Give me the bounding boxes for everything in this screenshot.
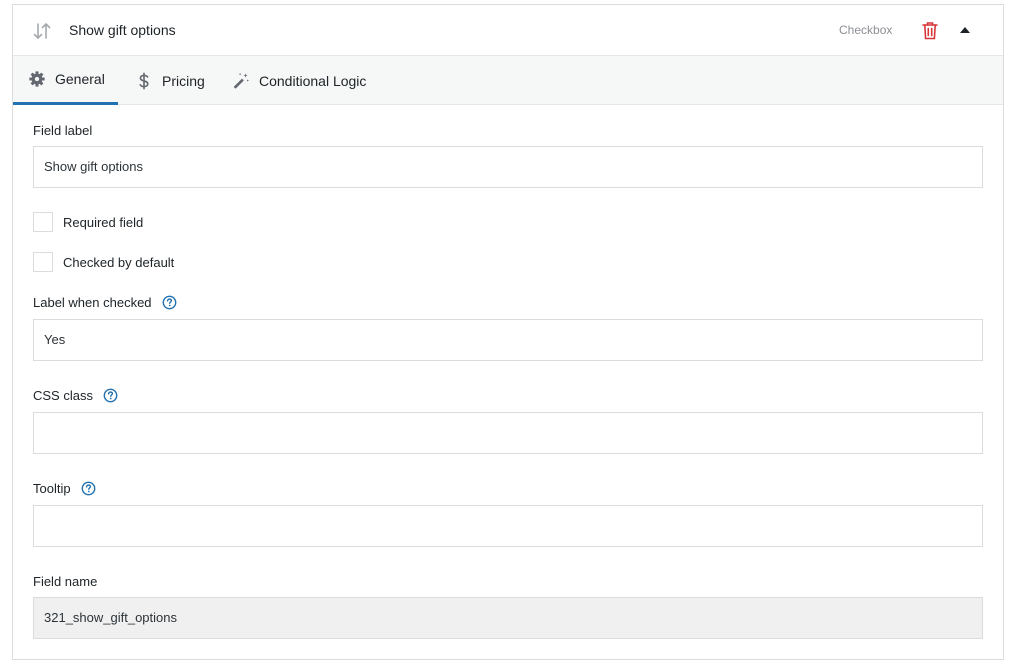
field-panel: Show gift options Checkbox General Prici… bbox=[12, 4, 1004, 660]
field-label-heading: Field label bbox=[33, 123, 92, 138]
checked-by-default-checkbox[interactable] bbox=[33, 252, 53, 272]
field-name-input-value: 321_show_gift_options bbox=[44, 610, 177, 625]
trash-icon[interactable] bbox=[921, 21, 939, 40]
sort-arrows-icon[interactable] bbox=[32, 21, 52, 41]
tab-conditional-logic[interactable]: Conditional Logic bbox=[232, 56, 366, 105]
magic-wand-icon bbox=[233, 72, 250, 89]
field-header[interactable]: Show gift options Checkbox bbox=[13, 5, 1003, 56]
collapse-caret-icon[interactable] bbox=[958, 25, 972, 35]
tab-general-label: General bbox=[55, 71, 105, 87]
field-title: Show gift options bbox=[69, 22, 176, 38]
field-label-input-value: Show gift options bbox=[44, 159, 144, 174]
tab-bar: General Pricing Conditional Logic bbox=[13, 56, 1003, 105]
checked-by-default-row[interactable]: Checked by default bbox=[33, 252, 174, 272]
label-when-checked-heading-text: Label when checked bbox=[33, 295, 152, 310]
field-name-heading: Field name bbox=[33, 574, 97, 589]
dollar-icon bbox=[139, 72, 149, 89]
field-name-input[interactable]: 321_show_gift_options bbox=[33, 597, 983, 639]
tab-general[interactable]: General bbox=[13, 56, 118, 105]
field-type-label: Checkbox bbox=[839, 23, 893, 37]
help-icon[interactable] bbox=[162, 295, 177, 310]
label-when-checked-input[interactable]: Yes bbox=[33, 319, 983, 361]
tab-pricing-label: Pricing bbox=[162, 72, 205, 89]
css-class-heading-text: CSS class bbox=[33, 388, 93, 403]
help-icon[interactable] bbox=[81, 481, 96, 496]
required-field-checkbox[interactable] bbox=[33, 212, 53, 232]
tab-conditional-logic-label: Conditional Logic bbox=[259, 72, 367, 89]
field-label-heading-text: Field label bbox=[33, 123, 93, 138]
tooltip-heading-text: Tooltip bbox=[33, 481, 71, 496]
required-field-row[interactable]: Required field bbox=[33, 212, 143, 232]
label-when-checked-heading: Label when checked bbox=[33, 295, 177, 310]
tab-pricing[interactable]: Pricing bbox=[135, 56, 205, 105]
css-class-input[interactable] bbox=[33, 412, 983, 454]
field-name-heading-text: Field name bbox=[33, 574, 98, 589]
required-field-label: Required field bbox=[63, 214, 144, 230]
help-icon[interactable] bbox=[103, 388, 118, 403]
tooltip-heading: Tooltip bbox=[33, 481, 96, 496]
gear-icon bbox=[29, 71, 45, 87]
css-class-heading: CSS class bbox=[33, 388, 118, 403]
label-when-checked-input-value: Yes bbox=[44, 332, 66, 347]
tooltip-input[interactable] bbox=[33, 505, 983, 547]
checked-by-default-label: Checked by default bbox=[63, 254, 175, 270]
field-label-input[interactable]: Show gift options bbox=[33, 146, 983, 188]
